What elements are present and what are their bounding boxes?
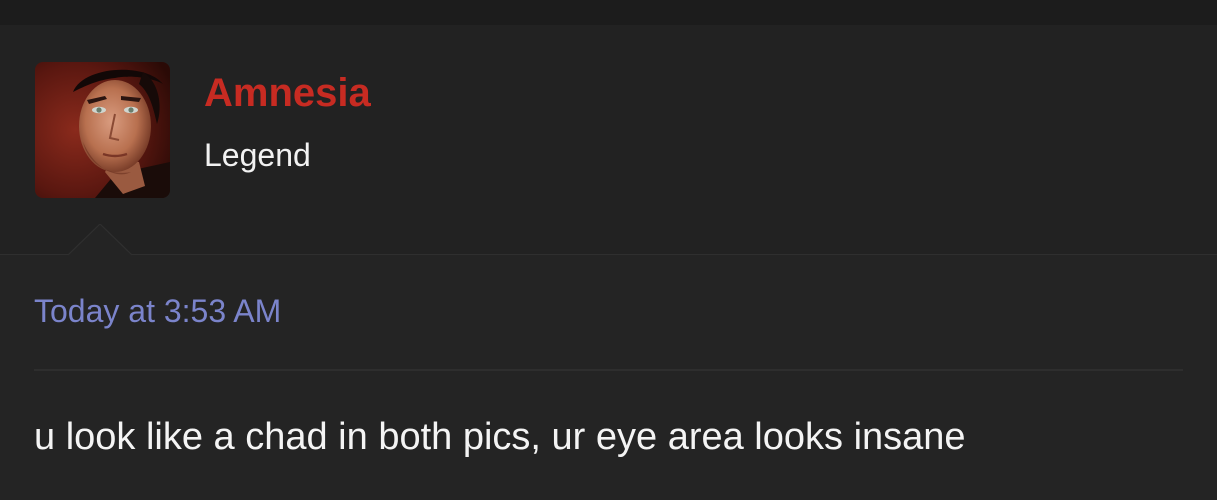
avatar-portrait-icon	[35, 62, 170, 198]
post-author-header	[0, 25, 1217, 254]
author-avatar[interactable]	[35, 62, 170, 198]
top-bar	[0, 0, 1217, 25]
header-divider	[0, 254, 1217, 255]
post-message-text: u look like a chad in both pics, ur eye …	[34, 416, 966, 458]
content-divider	[34, 369, 1183, 371]
author-title: Legend	[204, 137, 311, 173]
author-name-link[interactable]: Amnesia	[204, 70, 371, 116]
post-timestamp-link[interactable]: Today at 3:53 AM	[34, 292, 281, 330]
